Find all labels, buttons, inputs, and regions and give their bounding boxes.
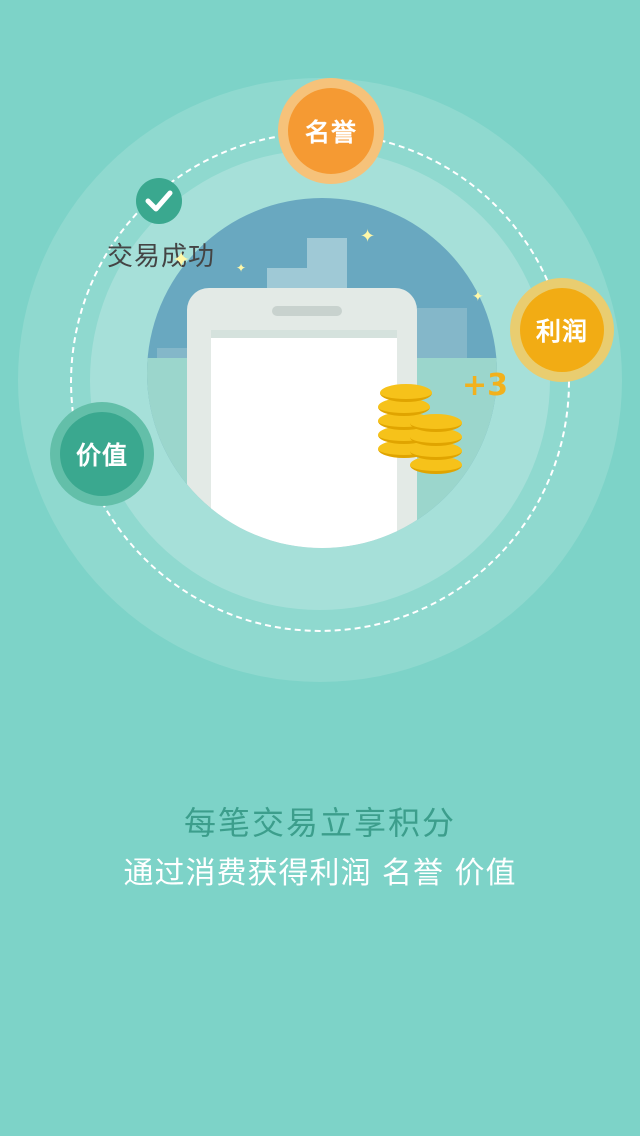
- headline: 每笔交易立享积分: [183, 804, 456, 842]
- badge-fame-label: 名誉: [288, 88, 374, 174]
- subline: 通过消费获得利润 名誉 价值: [123, 856, 517, 891]
- success-text: 交易成功: [106, 242, 215, 272]
- sparkle-icon: ✦: [360, 226, 376, 247]
- badge-fame: 名誉: [278, 78, 384, 184]
- onboarding-screen: 交易成功 +3 ✦ ✦ ✦ ✦ 名誉 利润 价值 每笔交易立享积分 通过消费获得…: [0, 0, 640, 1136]
- badge-profit: 利润: [510, 278, 614, 382]
- sparkle-icon: ✦: [472, 289, 484, 305]
- bonus-points: +3: [462, 368, 509, 403]
- badge-value: 价值: [50, 402, 154, 506]
- sparkle-icon: ✦: [236, 261, 247, 275]
- badge-profit-label: 利润: [520, 288, 604, 372]
- sparkle-icon: ✦: [172, 248, 191, 273]
- check-icon: [136, 178, 182, 224]
- badge-value-label: 价值: [60, 412, 144, 496]
